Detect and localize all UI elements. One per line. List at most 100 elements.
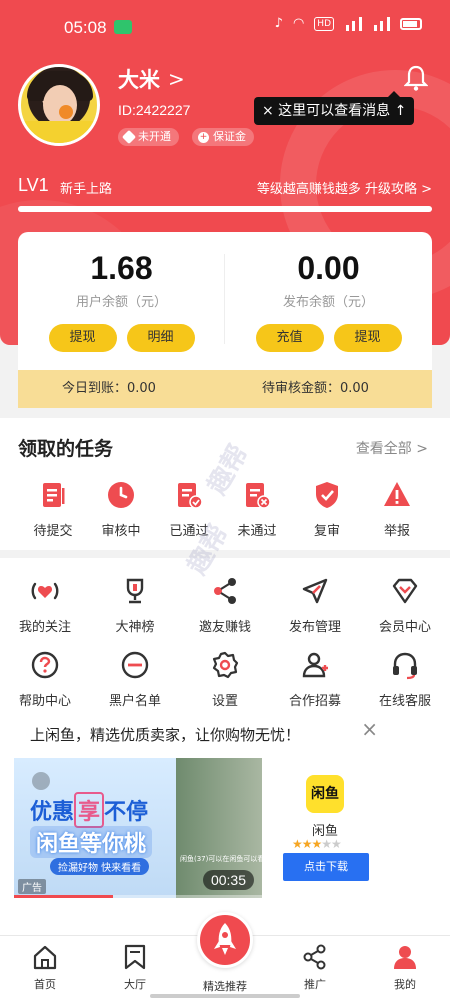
grid-item-follow[interactable]: 我的关注 bbox=[0, 576, 90, 635]
message-notification-icon bbox=[114, 20, 132, 34]
publish-balance-section: 0.00 发布余额（元） 充值 提现 bbox=[225, 250, 432, 352]
balance-summary: 今日到账：0.00 待审核金额：0.00 bbox=[18, 370, 432, 408]
doc-check-icon bbox=[178, 483, 203, 509]
ad-close-icon[interactable]: × bbox=[361, 717, 378, 741]
chevron-right-icon: > bbox=[168, 67, 185, 91]
tasks-title: 领取的任务 bbox=[18, 438, 114, 460]
task-recheck[interactable]: 复审 bbox=[292, 480, 362, 539]
tab-label: 大厅 bbox=[124, 978, 146, 991]
rocket-icon bbox=[214, 923, 236, 955]
ad-banner: 上闲鱼，精选优质卖家，让你购物无忧！ × 优惠享不停 闲鱼等你桃 捡漏好物 快来… bbox=[0, 713, 450, 935]
grid-label: 我的关注 bbox=[18, 620, 71, 635]
level-title: 新手上路 bbox=[60, 182, 113, 197]
level-badge: LV1 bbox=[18, 175, 49, 195]
question-icon bbox=[31, 651, 59, 679]
warning-icon bbox=[384, 482, 410, 506]
message-tooltip[interactable]: × 这里可以查看消息 ↑ bbox=[254, 91, 415, 125]
diamond-icon bbox=[121, 129, 137, 145]
user-name-link[interactable]: 大米 > bbox=[118, 64, 185, 94]
grid-item-invite[interactable]: 邀友赚钱 bbox=[180, 576, 270, 635]
bell-icon[interactable] bbox=[404, 64, 428, 92]
task-report[interactable]: 举报 bbox=[362, 480, 432, 539]
app-logo[interactable]: 闲鱼 bbox=[306, 775, 344, 813]
grid-label: 大神榜 bbox=[115, 620, 155, 635]
task-label: 审核中 bbox=[101, 524, 141, 539]
grid-label: 设置 bbox=[211, 694, 238, 709]
grid-label: 合作招募 bbox=[288, 694, 341, 709]
detail-button[interactable]: 明细 bbox=[126, 324, 195, 352]
grid-label: 帮助中心 bbox=[18, 694, 71, 709]
grid-item-support[interactable]: 在线客服 bbox=[360, 650, 450, 709]
grid-item-help[interactable]: 帮助中心 bbox=[0, 650, 90, 709]
mute-icon[interactable] bbox=[32, 772, 50, 790]
rating-stars: ★★★★★ bbox=[292, 837, 342, 851]
ad-video[interactable]: 优惠享不停 闲鱼等你桃 捡漏好物 快来看看 闲鱼(37)可以在闲鱼可以看一下哦 … bbox=[14, 758, 262, 898]
deposit-badge[interactable]: + 保证金 bbox=[192, 128, 254, 146]
withdraw-button[interactable]: 提现 bbox=[48, 324, 117, 352]
task-label: 复审 bbox=[313, 524, 340, 539]
avatar[interactable] bbox=[18, 64, 100, 146]
share-icon bbox=[214, 578, 236, 604]
ad-tag: 广告 bbox=[18, 879, 46, 894]
ad-banner-line2: 闲鱼等你桃 bbox=[30, 826, 153, 858]
featured-button[interactable] bbox=[197, 912, 253, 968]
vip-badge[interactable]: 未开通 bbox=[118, 128, 179, 146]
grid-label: 黑户名单 bbox=[108, 694, 161, 709]
gear-icon bbox=[212, 651, 239, 679]
share-icon bbox=[303, 944, 326, 970]
status-time: 05:08 bbox=[64, 18, 107, 37]
level-progress-bar bbox=[18, 206, 432, 212]
ad-headline: 上闲鱼，精选优质卖家，让你购物无忧！ bbox=[30, 726, 301, 744]
home-indicator bbox=[150, 994, 300, 998]
deposit-badge-label: 保证金 bbox=[213, 130, 246, 143]
grid-item-recruit[interactable]: 合作招募 bbox=[270, 650, 360, 709]
grid-label: 邀友赚钱 bbox=[198, 620, 251, 635]
hd-icon: HD bbox=[314, 16, 334, 31]
tab-mine[interactable]: 我的 bbox=[370, 944, 440, 992]
trophy-icon bbox=[126, 578, 144, 604]
tab-home[interactable]: 首页 bbox=[10, 944, 80, 992]
wallet-card: 1.68 用户余额（元） 提现 明细 0.00 发布余额（元） 充值 提现 bbox=[18, 232, 432, 370]
today-received: 今日到账：0.00 bbox=[62, 381, 156, 396]
clock-icon bbox=[108, 482, 134, 508]
plus-icon: + bbox=[198, 131, 209, 143]
grid-item-member[interactable]: 会员中心 bbox=[360, 576, 450, 635]
upgrade-guide-link[interactable]: 等级越高赚钱越多 升级攻略 > bbox=[257, 178, 432, 197]
user-balance-amount: 1.68 bbox=[90, 250, 153, 286]
signal-icon bbox=[372, 16, 390, 31]
grid-item-publish[interactable]: 发布管理 bbox=[270, 576, 360, 635]
download-button[interactable]: 点击下载 bbox=[283, 853, 369, 881]
diamond-icon bbox=[392, 578, 418, 604]
recharge-button[interactable]: 充值 bbox=[255, 324, 324, 352]
tab-hall[interactable]: 大厅 bbox=[100, 944, 170, 992]
user-name: 大米 bbox=[118, 68, 160, 92]
publish-withdraw-button[interactable]: 提现 bbox=[333, 324, 402, 352]
ad-banner-line1: 优惠享不停 bbox=[30, 792, 148, 828]
home-icon bbox=[33, 945, 57, 970]
task-reviewing[interactable]: 审核中 bbox=[86, 480, 156, 539]
view-all-link[interactable]: 查看全部 > bbox=[356, 438, 428, 458]
pending-amount: 待审核金额：0.00 bbox=[262, 381, 369, 396]
task-pending-submit[interactable]: 待提交 bbox=[18, 480, 88, 539]
tab-promote[interactable]: 推广 bbox=[280, 944, 350, 992]
user-balance-label: 用户余额（元） bbox=[75, 295, 167, 310]
user-icon bbox=[394, 946, 416, 969]
doc-icon bbox=[43, 483, 65, 507]
vip-badge-label: 未开通 bbox=[138, 130, 171, 143]
shield-check-icon bbox=[316, 482, 338, 508]
tab-label: 我的 bbox=[394, 978, 416, 991]
grid-item-settings[interactable]: 设置 bbox=[180, 650, 270, 709]
minus-circle-icon bbox=[121, 651, 149, 679]
heart-signal-icon bbox=[31, 582, 59, 600]
tab-featured-label: 精选推荐 bbox=[203, 980, 247, 993]
task-label: 举报 bbox=[383, 524, 410, 539]
doc-x-icon bbox=[246, 483, 271, 509]
tab-label: 推广 bbox=[304, 978, 326, 991]
grid-label: 在线客服 bbox=[378, 694, 431, 709]
user-id: ID:2422227 bbox=[118, 102, 191, 118]
send-icon bbox=[302, 578, 328, 604]
publish-balance-amount: 0.00 bbox=[297, 250, 360, 286]
grid-item-leaderboard[interactable]: 大神榜 bbox=[90, 576, 180, 635]
grid-label: 发布管理 bbox=[288, 620, 341, 635]
grid-item-blacklist[interactable]: 黑户名单 bbox=[90, 650, 180, 709]
